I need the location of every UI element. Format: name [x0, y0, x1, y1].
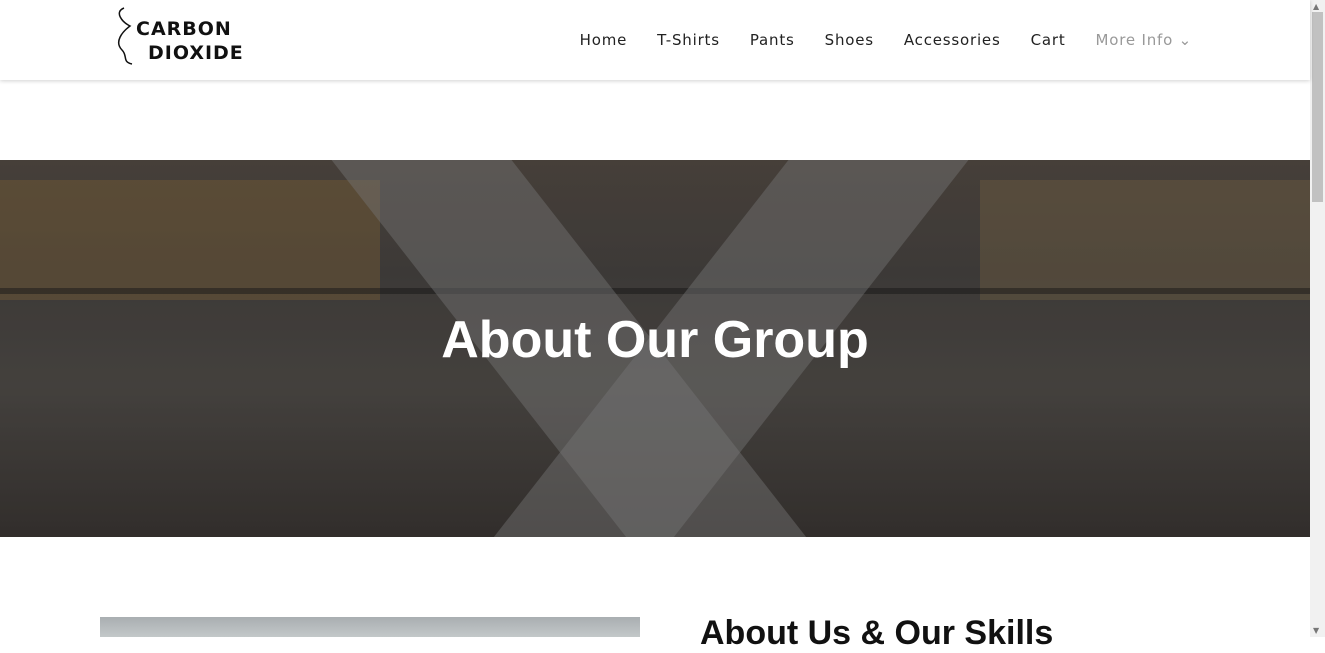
- about-heading: About Us & Our Skills: [700, 614, 1054, 652]
- scrollbar-thumb[interactable]: [1312, 12, 1323, 202]
- logo-text-line2: DIOXIDE: [148, 42, 244, 64]
- nav-more-info[interactable]: More Info ⌄: [1096, 31, 1192, 49]
- nav-cart[interactable]: Cart: [1031, 31, 1066, 49]
- hero-title: About Our Group: [441, 311, 869, 369]
- logo[interactable]: CARBON DIOXIDE: [112, 6, 254, 70]
- nav-home[interactable]: Home: [580, 31, 628, 49]
- site-header: CARBON DIOXIDE Home T-Shirts Pants Shoes…: [0, 0, 1310, 80]
- about-image: [100, 617, 640, 637]
- nav-accessories[interactable]: Accessories: [904, 31, 1001, 49]
- nav-t-shirts[interactable]: T-Shirts: [657, 31, 720, 49]
- scrollbar[interactable]: ▲ ▼: [1310, 0, 1325, 637]
- hero-banner: About Our Group: [0, 160, 1310, 537]
- logo-text-line1: CARBON: [136, 18, 232, 40]
- scroll-down-icon[interactable]: ▼: [1313, 626, 1319, 635]
- nav-pants[interactable]: Pants: [750, 31, 795, 49]
- nav-shoes[interactable]: Shoes: [825, 31, 874, 49]
- scroll-up-icon[interactable]: ▲: [1313, 2, 1319, 11]
- main-nav: Home T-Shirts Pants Shoes Accessories Ca…: [550, 31, 1192, 49]
